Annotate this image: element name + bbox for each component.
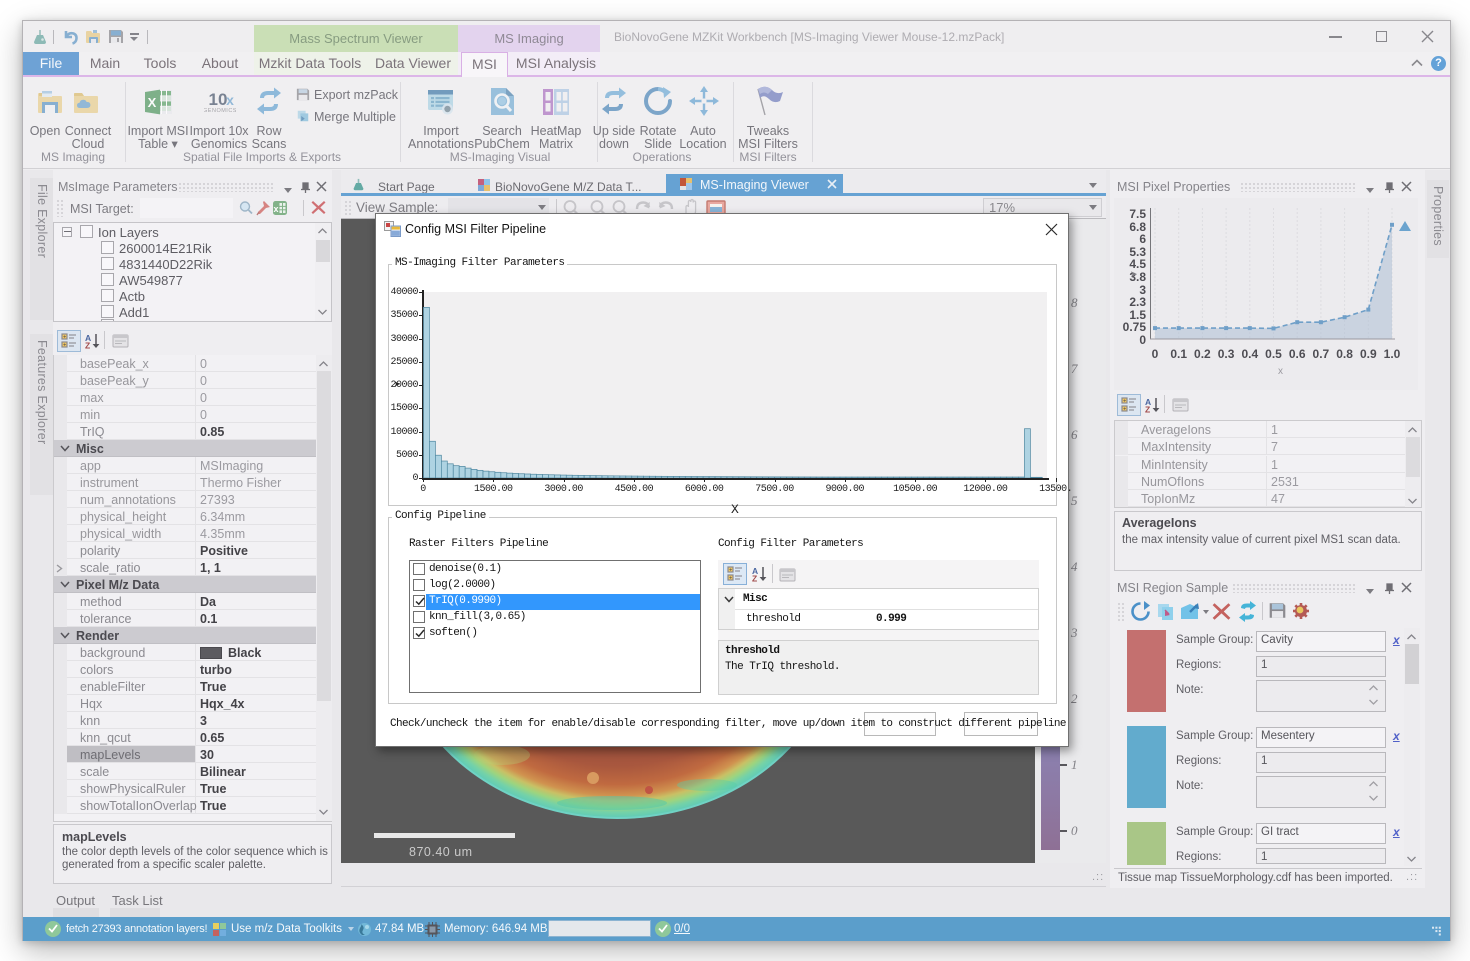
svg-text:10: 10 <box>209 90 228 109</box>
svg-text:+: + <box>729 566 732 573</box>
svg-text:Z: Z <box>85 341 90 350</box>
svg-text:+: + <box>63 333 66 340</box>
svg-text:GENOMICS: GENOMICS <box>204 108 236 114</box>
svg-text:x: x <box>226 92 234 108</box>
svg-text:Z: Z <box>1145 405 1150 414</box>
svg-text:Z: Z <box>752 574 757 583</box>
svg-text:+: + <box>1123 397 1126 404</box>
svg-text:+: + <box>1123 405 1126 412</box>
svg-text:+: + <box>729 574 732 581</box>
svg-text:X: X <box>148 95 157 110</box>
svg-text:x: x <box>273 204 278 214</box>
svg-text:+: + <box>63 341 66 348</box>
